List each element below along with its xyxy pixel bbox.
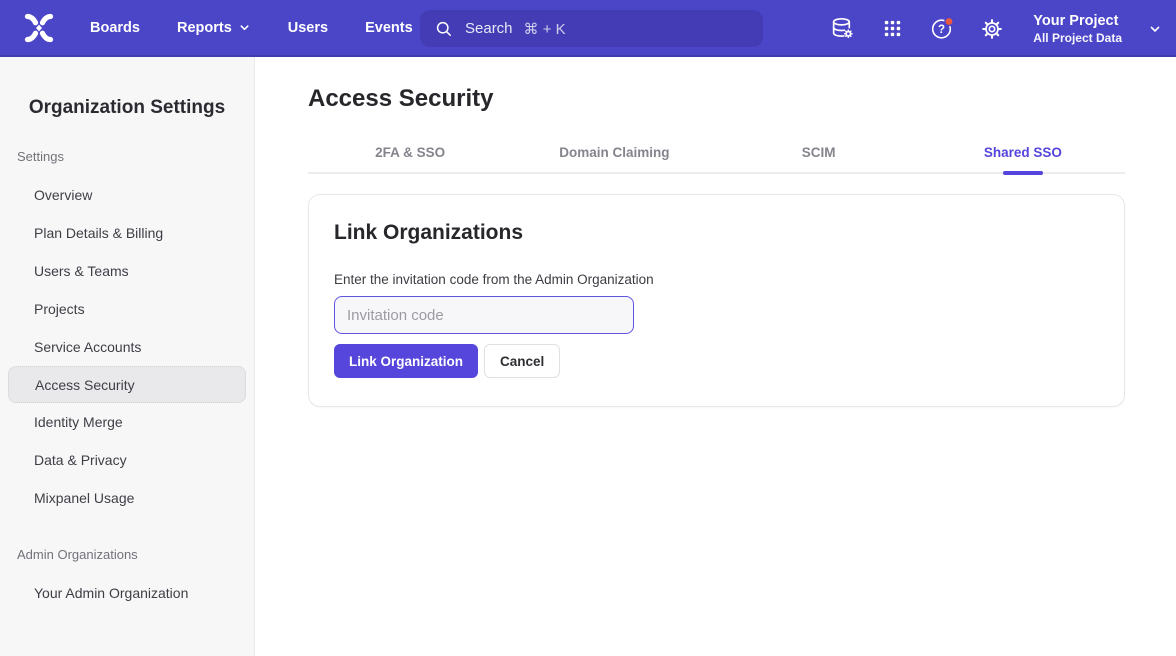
notification-dot xyxy=(945,17,953,25)
nav-reports[interactable]: Reports xyxy=(177,20,251,36)
sidebar-item-access-security[interactable]: Access Security xyxy=(8,366,246,403)
mixpanel-logo[interactable] xyxy=(18,11,60,45)
sidebar-item-plan-details-billing[interactable]: Plan Details & Billing xyxy=(0,214,254,252)
card-actions: Link Organization Cancel xyxy=(334,344,1099,378)
settings-gear-icon[interactable] xyxy=(979,16,1005,42)
search-icon xyxy=(434,19,454,39)
nav-reports-label: Reports xyxy=(177,20,232,36)
project-name: Your Project xyxy=(1033,12,1122,31)
tab-shared-sso[interactable]: Shared SSO xyxy=(921,139,1125,172)
card-title: Link Organizations xyxy=(334,221,1099,245)
nav-boards[interactable]: Boards xyxy=(90,20,140,36)
sidebar-section-settings: Settings xyxy=(17,149,254,164)
data-management-icon[interactable] xyxy=(829,16,855,42)
search-input[interactable]: Search ⌘ + K xyxy=(420,10,763,47)
main-content: Access Security 2FA & SSO Domain Claimin… xyxy=(256,57,1176,656)
link-organizations-card: Link Organizations Enter the invitation … xyxy=(308,194,1125,407)
project-data-scope: All Project Data xyxy=(1033,31,1122,46)
help-icon[interactable]: ? xyxy=(929,16,955,42)
tab-domain-claiming[interactable]: Domain Claiming xyxy=(512,139,716,172)
active-tab-indicator xyxy=(1003,171,1043,175)
sidebar-item-users-teams[interactable]: Users & Teams xyxy=(0,252,254,290)
search-placeholder: Search xyxy=(465,20,513,37)
project-selector[interactable]: Your Project All Project Data xyxy=(1033,12,1122,46)
sidebar-item-service-accounts[interactable]: Service Accounts xyxy=(0,328,254,366)
tab-scim[interactable]: SCIM xyxy=(717,139,921,172)
apps-grid-icon[interactable] xyxy=(879,16,905,42)
chevron-down-icon[interactable] xyxy=(1148,22,1162,36)
sidebar-title: Organization Settings xyxy=(0,97,254,119)
chevron-down-icon xyxy=(238,21,251,34)
navbar-right: ? Your Project All Project Data xyxy=(829,0,1162,57)
org-settings-sidebar: Organization Settings Settings Overview … xyxy=(0,57,255,656)
sidebar-item-data-privacy[interactable]: Data & Privacy xyxy=(0,441,254,479)
search-shortcut: ⌘ + K xyxy=(524,20,566,38)
question-mark-glyph: ? xyxy=(938,24,945,36)
nav-events[interactable]: Events xyxy=(365,20,413,36)
sidebar-item-identity-merge[interactable]: Identity Merge xyxy=(0,403,254,441)
sidebar-item-mixpanel-usage[interactable]: Mixpanel Usage xyxy=(0,479,254,517)
tab-shared-sso-label: Shared SSO xyxy=(984,145,1062,160)
cancel-button[interactable]: Cancel xyxy=(484,344,560,378)
tab-2fa-sso[interactable]: 2FA & SSO xyxy=(308,139,512,172)
link-organization-button[interactable]: Link Organization xyxy=(334,344,478,378)
top-navbar: Boards Reports Users Events Search ⌘ + K xyxy=(0,0,1176,57)
sidebar-item-overview[interactable]: Overview xyxy=(0,176,254,214)
sidebar-item-your-admin-organization[interactable]: Your Admin Organization xyxy=(0,574,254,612)
invitation-code-input[interactable] xyxy=(334,296,634,334)
access-security-tabs: 2FA & SSO Domain Claiming SCIM Shared SS… xyxy=(308,139,1125,174)
nav-users[interactable]: Users xyxy=(288,20,328,36)
invitation-code-label: Enter the invitation code from the Admin… xyxy=(334,272,1099,287)
sidebar-item-projects[interactable]: Projects xyxy=(0,290,254,328)
main-nav: Boards Reports Users Events xyxy=(90,20,413,36)
page-title: Access Security xyxy=(308,84,1176,113)
sidebar-section-admin-organizations: Admin Organizations xyxy=(17,547,254,562)
